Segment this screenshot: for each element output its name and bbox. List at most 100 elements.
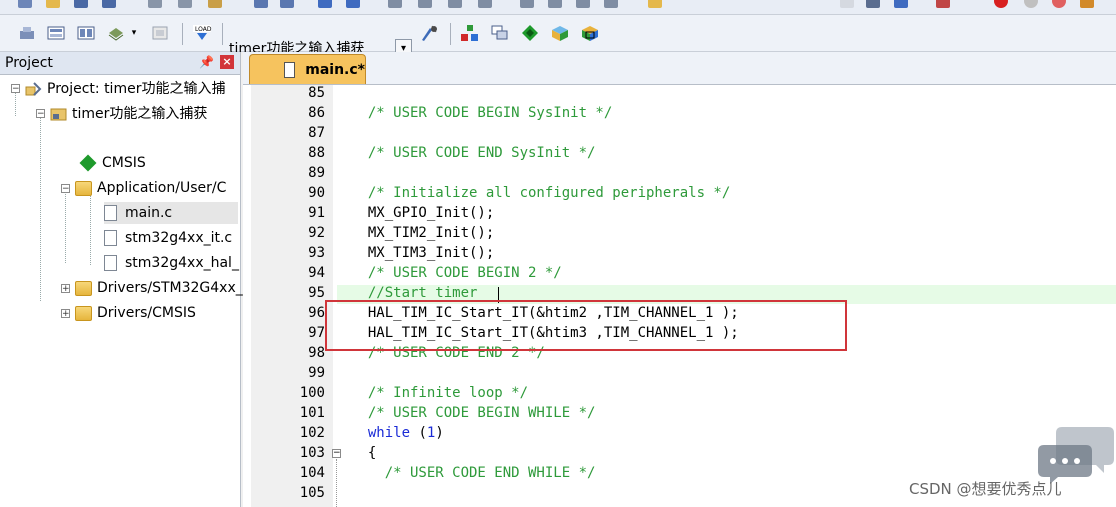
save-all-icon[interactable]	[102, 0, 116, 8]
translate-icon[interactable]	[17, 24, 37, 42]
cut-icon[interactable]	[148, 0, 162, 8]
next-bookmark-icon[interactable]	[448, 0, 462, 8]
fold-toggle-icon[interactable]: −	[332, 449, 341, 458]
code-line: 92 MX_TIM2_Init();	[0, 225, 1116, 245]
watermark: CSDN @想要优秀点儿	[909, 480, 1062, 498]
code-text[interactable]: /* USER CODE END SysInit */	[351, 145, 596, 161]
unindent-icon[interactable]	[548, 0, 562, 8]
line-number: 86	[308, 105, 325, 121]
line-number: 87	[308, 125, 325, 141]
kill-breakpoints-icon[interactable]	[1052, 0, 1066, 8]
save-icon[interactable]	[74, 0, 88, 8]
code-text[interactable]: /* USER CODE BEGIN 2 */	[351, 265, 562, 281]
line-number: 103	[299, 445, 325, 461]
arrow-down-icon[interactable]	[894, 0, 908, 8]
code-line: 100 /* Infinite loop */	[0, 385, 1116, 405]
manage-project-items-icon[interactable]	[460, 24, 480, 42]
nav-back-icon[interactable]	[318, 0, 332, 8]
tab-label: main.c*	[305, 61, 365, 78]
code-line: 86 /* USER CODE BEGIN SysInit */	[0, 105, 1116, 125]
uncomment-icon[interactable]	[604, 0, 618, 8]
toolbar-separator	[450, 23, 451, 45]
pack-installer-icon[interactable]	[550, 24, 570, 42]
code-text[interactable]: /* USER CODE BEGIN WHILE */	[351, 405, 596, 421]
line-number: 101	[299, 405, 325, 421]
project-panel-title: Project	[5, 55, 53, 71]
clear-bookmarks-icon[interactable]	[478, 0, 492, 8]
select-software-packs-icon[interactable]	[580, 24, 600, 42]
number-literal: 1	[426, 425, 436, 441]
line-number: 91	[308, 205, 325, 221]
rte-icon[interactable]	[520, 24, 540, 42]
chat-bubble-icon	[1038, 427, 1114, 484]
code-line: 101 /* USER CODE BEGIN WHILE */	[0, 405, 1116, 425]
zoom-icon[interactable]	[936, 0, 950, 8]
dropdown-icon[interactable]	[840, 0, 854, 8]
copy-icon[interactable]	[178, 0, 192, 8]
code-line: 91 MX_GPIO_Init();	[0, 205, 1116, 225]
rebuild-icon[interactable]	[76, 24, 96, 42]
code-text[interactable]: MX_TIM3_Init();	[351, 245, 494, 261]
new-file-icon[interactable]	[18, 0, 32, 8]
project-panel-header: Project 📌 ×	[0, 52, 240, 75]
comment-icon[interactable]	[576, 0, 590, 8]
build-toolbar: ▾ LOAD timer功能之输入捕获 ▾	[0, 15, 1116, 58]
fold-guide	[336, 459, 338, 507]
code-text[interactable]: while (1)	[351, 425, 444, 441]
build-icon[interactable]	[46, 24, 66, 42]
target-options-icon[interactable]	[420, 24, 440, 42]
close-icon[interactable]: ×	[220, 55, 234, 69]
file-icon	[284, 61, 296, 78]
copy-window-icon[interactable]	[490, 24, 510, 42]
annotation-highlight-box	[325, 300, 847, 351]
paste-icon[interactable]	[208, 0, 222, 8]
stop-build-icon[interactable]	[150, 24, 170, 42]
code-line: 94 /* USER CODE BEGIN 2 */	[0, 265, 1116, 285]
code-line: 102 while (1)	[0, 425, 1116, 445]
line-number: 96	[308, 305, 325, 321]
code-text[interactable]: /* Initialize all configured peripherals…	[351, 185, 730, 201]
editor-tabbar: main.c*	[243, 52, 1116, 85]
download-icon[interactable]: LOAD	[192, 24, 212, 42]
code-line: 99	[0, 365, 1116, 385]
tab-main-c[interactable]: main.c*	[249, 54, 366, 84]
line-number: 100	[299, 385, 325, 401]
toolbar-separator	[182, 23, 183, 45]
line-number: 104	[299, 465, 325, 481]
svg-text:LOAD: LOAD	[195, 26, 212, 33]
code-text[interactable]: MX_GPIO_Init();	[351, 205, 494, 221]
code-line: 89	[0, 165, 1116, 185]
line-number: 90	[308, 185, 325, 201]
code-text[interactable]: /* USER CODE END WHILE */	[351, 465, 596, 481]
pin-icon[interactable]: 📌	[199, 55, 214, 69]
nav-forward-icon[interactable]	[346, 0, 360, 8]
code-text[interactable]: /* Infinite loop */	[351, 385, 528, 401]
line-number: 85	[308, 85, 325, 101]
batch-build-icon[interactable]	[106, 24, 126, 42]
line-number: 98	[308, 345, 325, 361]
code-line: 85	[0, 85, 1116, 105]
find-in-files-icon[interactable]	[648, 0, 662, 8]
prev-bookmark-icon[interactable]	[418, 0, 432, 8]
code-text[interactable]: /* USER CODE BEGIN SysInit */	[351, 105, 612, 121]
code-line: 90 /* Initialize all configured peripher…	[0, 185, 1116, 205]
line-number: 88	[308, 145, 325, 161]
debug-icon[interactable]	[1080, 0, 1094, 8]
redo-icon[interactable]	[280, 0, 294, 8]
open-folder-icon[interactable]	[46, 0, 60, 8]
code-text[interactable]: MX_TIM2_Init();	[351, 225, 494, 241]
code-line: 88 /* USER CODE END SysInit */	[0, 145, 1116, 165]
code-text[interactable]: //Start timer	[351, 285, 478, 301]
breakpoint-icon[interactable]	[994, 0, 1008, 8]
keyword-while: while	[367, 425, 411, 441]
code-text[interactable]: {	[351, 445, 376, 461]
search-icon[interactable]	[866, 0, 880, 8]
disable-breakpoint-icon[interactable]	[1024, 0, 1038, 8]
batch-dropdown-icon[interactable]: ▾	[128, 24, 140, 42]
indent-icon[interactable]	[520, 0, 534, 8]
main-toolbar	[0, 0, 1116, 15]
code-line: 103 {	[0, 445, 1116, 465]
code-line: 87	[0, 125, 1116, 145]
undo-icon[interactable]	[254, 0, 268, 8]
bookmark-icon[interactable]	[388, 0, 402, 8]
